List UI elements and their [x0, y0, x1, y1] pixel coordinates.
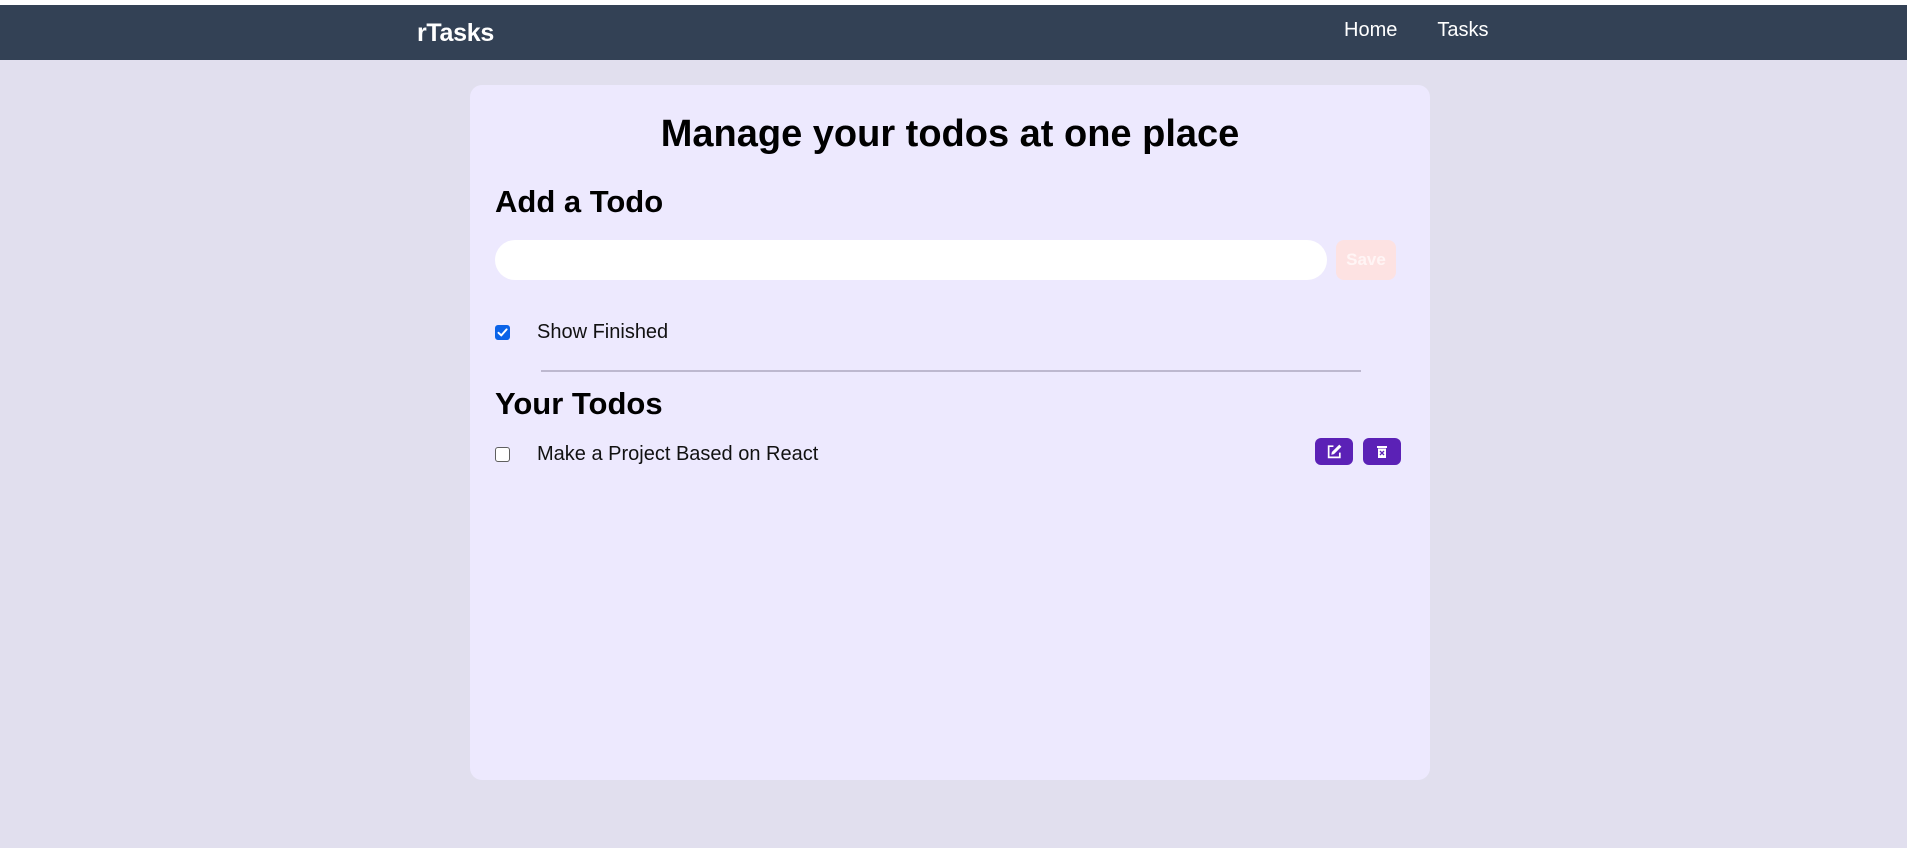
todo-card: Manage your todos at one place Add a Tod… — [470, 85, 1430, 780]
save-button[interactable]: Save — [1336, 240, 1396, 280]
todo-text: Make a Project Based on React — [537, 443, 819, 465]
page: rTasks Home Tasks Manage your todos at o… — [0, 5, 1907, 848]
show-finished-label: Show Finished — [537, 321, 669, 343]
delete-todo-button[interactable] — [1363, 438, 1401, 465]
nav-link-home[interactable]: Home — [1344, 19, 1397, 42]
divider — [541, 370, 1361, 372]
show-finished-checkbox[interactable] — [495, 325, 510, 340]
todo-input[interactable] — [495, 240, 1327, 280]
checkmark-icon — [497, 328, 508, 337]
nav-link-tasks[interactable]: Tasks — [1437, 19, 1488, 42]
edit-icon — [1327, 444, 1341, 459]
page-title: Manage your todos at one place — [660, 113, 1240, 155]
add-todo-heading: Add a Todo — [495, 184, 664, 219]
edit-todo-button[interactable] — [1315, 438, 1353, 465]
navbar: rTasks Home Tasks — [0, 5, 1907, 60]
your-todos-heading: Your Todos — [495, 386, 663, 421]
nav-links: Home Tasks — [1344, 19, 1488, 42]
brand-logo[interactable]: rTasks — [417, 19, 494, 48]
trash-icon — [1377, 445, 1387, 458]
todo-complete-checkbox[interactable] — [495, 447, 510, 462]
